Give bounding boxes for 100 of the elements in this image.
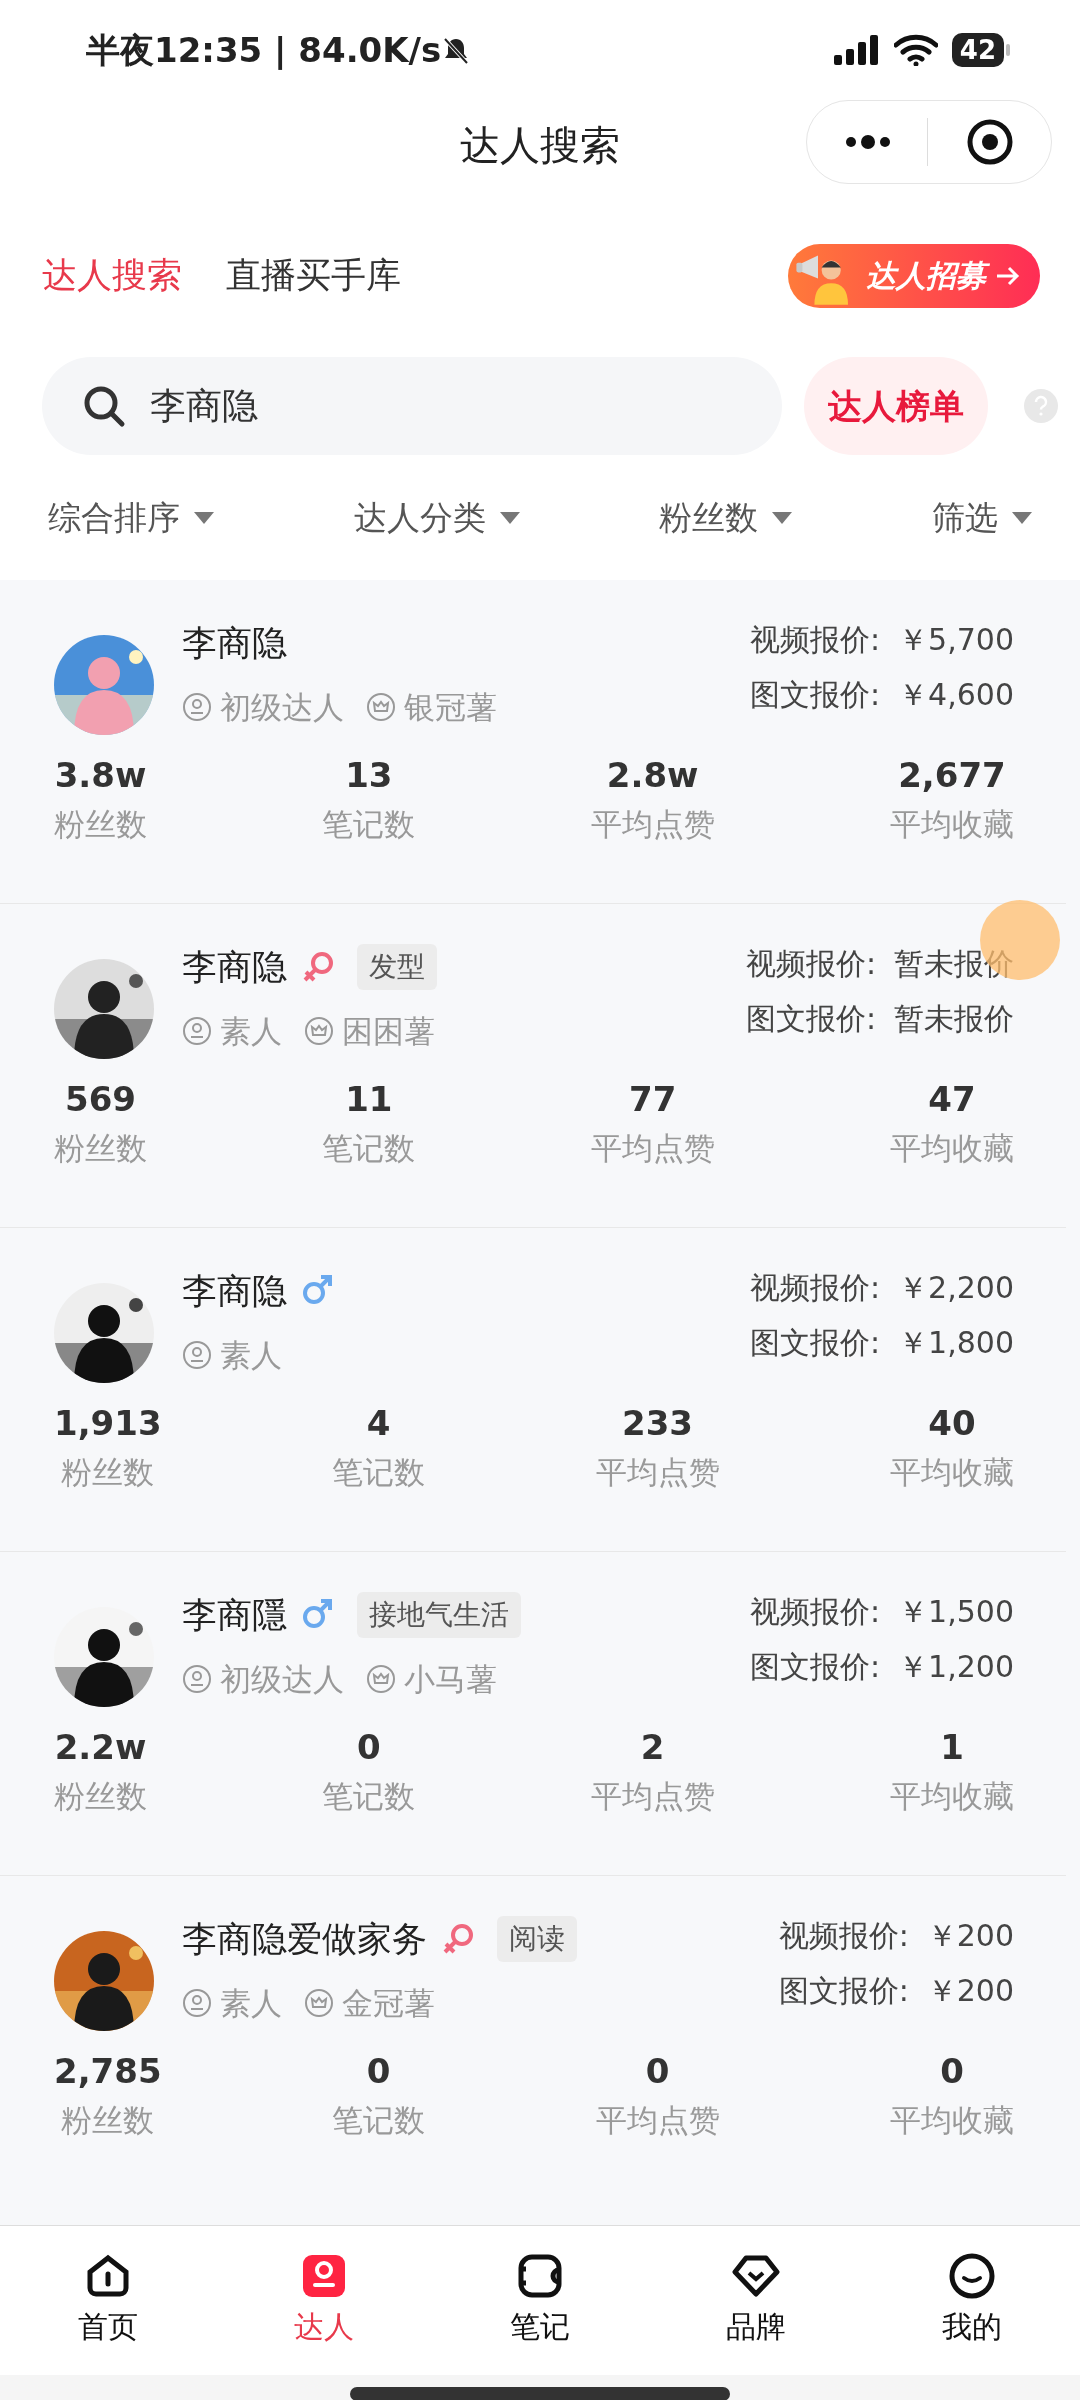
stat-label: 平均收藏 [890, 2101, 1014, 2140]
stat-label: 粉丝数 [54, 1777, 147, 1816]
person-icon [182, 1663, 212, 1694]
stat-value: 2,677 [898, 754, 1006, 797]
crown-icon [304, 1987, 334, 2018]
stat-value: 569 [65, 1078, 136, 1121]
stat-value: 11 [345, 1078, 393, 1121]
more-icon[interactable] [843, 132, 893, 152]
stat-value: 13 [345, 754, 393, 797]
price-value: ￥4,600 [898, 676, 1014, 714]
crown-icon [304, 1015, 334, 1046]
stat-label: 平均收藏 [890, 1777, 1014, 1816]
signal-icon [833, 35, 880, 65]
stat-value: 47 [928, 1078, 976, 1121]
creator-name: 李商隐 [182, 946, 287, 989]
stat-value: 2 [640, 1726, 665, 1769]
notebook-icon [516, 2252, 564, 2300]
stat-label: 平均收藏 [890, 805, 1014, 844]
price-label: 图文报价: [750, 676, 881, 714]
search-icon [82, 384, 126, 428]
price-value: ￥1,500 [898, 1593, 1014, 1631]
crown-icon [366, 1663, 396, 1694]
stat-label: 笔记数 [332, 2101, 426, 2140]
stat-value: 1 [940, 1726, 964, 1769]
badge-label: 小马薯 [404, 1659, 497, 1699]
stat-value: 0 [940, 2050, 964, 2093]
price-label: 视频报价: [750, 1593, 881, 1631]
stat-value: 2.2w [54, 1726, 147, 1769]
category-tag: 阅读 [497, 1916, 577, 1963]
stat-label: 平均点赞 [590, 1129, 715, 1168]
stat-label: 粉丝数 [61, 2101, 155, 2140]
person-icon [300, 2252, 348, 2300]
person-icon [182, 1339, 212, 1370]
price-label: 图文报价: [778, 1972, 909, 2010]
price-label: 视频报价: [750, 621, 881, 659]
nav-tab[interactable]: 品牌 [726, 2252, 786, 2349]
creator-name: 李商隐 [182, 1270, 287, 1313]
nav-tab[interactable]: 我的 [942, 2252, 1002, 2349]
filter-dropdown[interactable]: 综合排序 [48, 492, 214, 543]
ranking-button[interactable]: 达人榜单 [804, 357, 988, 455]
price-value: ￥200 [926, 1917, 1014, 1955]
price-value: ￥1,800 [898, 1324, 1014, 1362]
person-icon [182, 691, 212, 722]
badge-label: 银冠薯 [404, 687, 497, 727]
nav-tab[interactable]: 达人 [294, 2252, 354, 2349]
crown-icon [366, 691, 396, 722]
stat-label: 平均点赞 [590, 1777, 715, 1816]
stat-label: 笔记数 [322, 1777, 416, 1816]
page-title: 达人搜索 [460, 121, 620, 170]
caret-icon [772, 511, 793, 524]
wifi-icon [893, 34, 938, 66]
tab[interactable]: 达人搜索 [42, 249, 182, 302]
badge-label: 金冠薯 [342, 1983, 435, 2023]
stat-value: 4 [366, 1402, 391, 1445]
stat-label: 粉丝数 [54, 1129, 147, 1168]
price-label: 视频报价: [745, 945, 876, 983]
nav-tab[interactable]: 首页 [78, 2252, 138, 2349]
person-icon [182, 1987, 212, 2018]
stat-value: 2,785 [54, 2050, 162, 2093]
stat-value: 0 [357, 1726, 381, 1769]
price-value: ￥200 [926, 1972, 1014, 2010]
stat-value: 0 [366, 2050, 391, 2093]
creator-name: 李商隐 [182, 622, 287, 665]
stat-label: 平均点赞 [595, 2101, 720, 2140]
stat-value: 0 [645, 2050, 670, 2093]
creator-name: 李商隱 [182, 1594, 287, 1637]
smile-icon [948, 2252, 996, 2300]
price-label: 视频报价: [778, 1917, 909, 1955]
tab[interactable]: 直播买手库 [226, 249, 401, 302]
status-time: 半夜12:35 | 84.0K/s [86, 28, 442, 72]
price-label: 图文报价: [750, 1324, 881, 1362]
price-label: 视频报价: [750, 1269, 881, 1307]
target-icon[interactable] [966, 118, 1014, 166]
price-value: ￥1,200 [898, 1648, 1014, 1686]
stat-value: 2.8w [606, 754, 699, 797]
creator-name: 李商隐爱做家务 [182, 1918, 427, 1961]
search-field[interactable]: 李商隐 [42, 357, 782, 455]
stat-label: 笔记数 [332, 1453, 426, 1492]
stat-label: 平均收藏 [890, 1129, 1014, 1168]
price-label: 图文报价: [745, 1000, 876, 1038]
filter-dropdown[interactable]: 筛选 [931, 492, 1032, 543]
price-label: 图文报价: [750, 1648, 881, 1686]
stat-value: 77 [629, 1078, 677, 1121]
badge-label: 素人 [220, 1983, 282, 2023]
stat-label: 粉丝数 [61, 1453, 155, 1492]
badge-label: 初级达人 [220, 687, 344, 727]
filter-dropdown[interactable]: 达人分类 [353, 492, 520, 543]
filter-dropdown[interactable]: 粉丝数 [659, 492, 793, 543]
category-tag: 发型 [357, 944, 437, 991]
badge-label: 素人 [220, 1335, 282, 1375]
nav-tab[interactable]: 笔记 [510, 2252, 570, 2349]
stat-label: 平均点赞 [595, 1453, 720, 1492]
stat-value: 233 [622, 1402, 693, 1445]
caret-icon [1011, 511, 1032, 524]
badge-label: 素人 [220, 1011, 282, 1051]
caret-icon [194, 511, 214, 524]
category-tag: 接地气生活 [357, 1592, 521, 1639]
badge-label: 初级达人 [220, 1659, 344, 1699]
stat-value: 3.8w [54, 754, 147, 797]
price-value: 暂未报价 [894, 1000, 1014, 1038]
